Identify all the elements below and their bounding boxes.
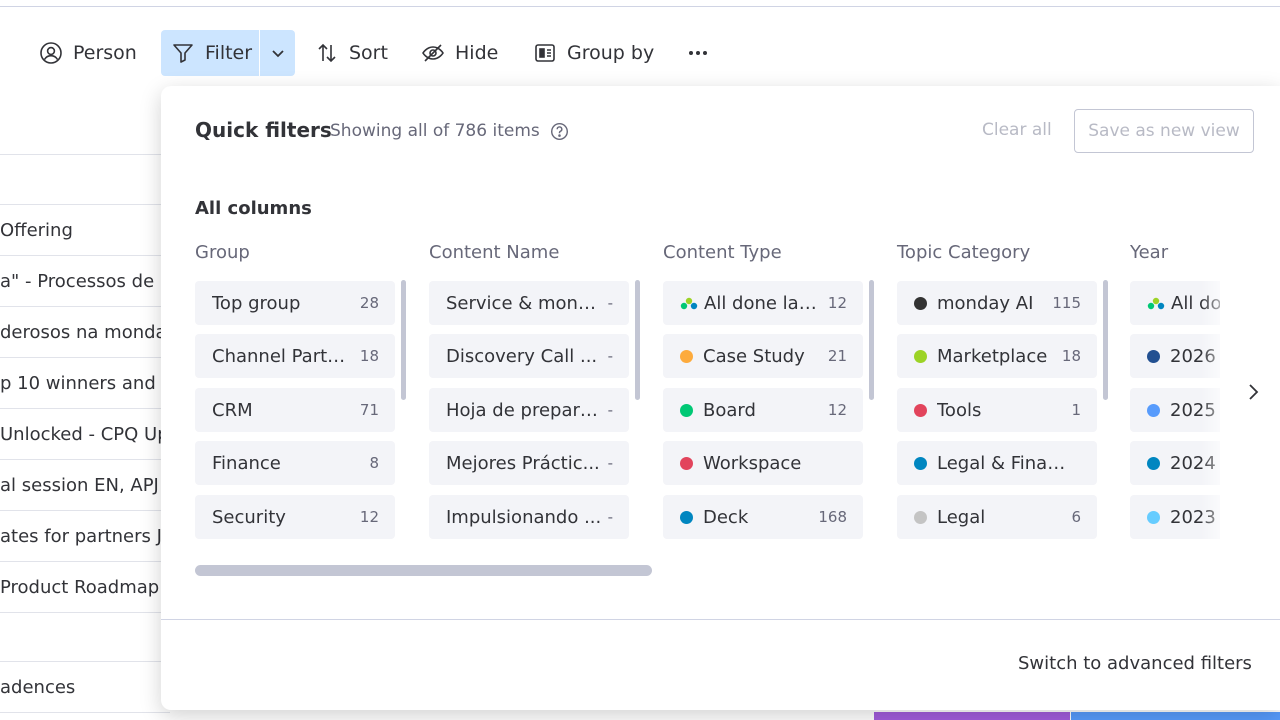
filter-chip[interactable]: Top group 28 [195, 281, 395, 325]
status-dot-icon [1147, 456, 1160, 470]
status-dot-icon [914, 349, 927, 363]
person-filter-button[interactable]: Person [39, 30, 137, 76]
more-dots-icon [689, 51, 707, 55]
filter-column-group: Group Top group 28 Channel Partn... 18 CRM… [195, 242, 406, 539]
filter-chip[interactable]: All done lab... 12 [663, 281, 863, 325]
status-dot-icon [914, 403, 927, 417]
board-toolbar: Person Filter Sort Hide Group by [0, 30, 1280, 76]
filter-chip[interactable]: Case Study 21 [663, 334, 863, 378]
table-row[interactable]: Product Roadmap 2 [0, 562, 170, 612]
status-dot-icon [1147, 403, 1160, 417]
quick-filters-popup: Quick filters Showing all of 786 items C… [161, 86, 1280, 710]
status-dot-icon [1147, 349, 1160, 363]
group-by-label: Group by [567, 42, 655, 64]
chevron-down-icon [271, 50, 284, 58]
help-icon[interactable] [550, 122, 569, 141]
status-dot-icon [914, 296, 927, 310]
filter-chip[interactable]: Legal 6 [897, 495, 1097, 539]
filter-column-topic-category: Topic Category monday AI 115 Marketplace 1… [897, 242, 1108, 539]
filter-chip[interactable]: Security 12 [195, 495, 395, 539]
sort-label: Sort [349, 42, 388, 64]
table-row[interactable]: al session EN, APJ [0, 460, 170, 510]
filter-dropdown-button[interactable] [260, 30, 295, 76]
person-label: Person [73, 42, 137, 64]
filter-chip[interactable]: Finance 8 [195, 441, 395, 485]
column-scrollbar[interactable] [635, 280, 640, 400]
filter-chip[interactable]: Board 12 [663, 388, 863, 432]
table-row[interactable]: a" - Processos de N [0, 256, 170, 306]
filter-chip[interactable]: Deck 168 [663, 495, 863, 539]
column-title: Content Name [429, 242, 560, 263]
all-columns-heading: All columns [195, 198, 312, 219]
footer-divider [161, 619, 1280, 620]
status-dot-icon [914, 510, 927, 524]
eye-off-icon [422, 44, 444, 62]
row-divider [0, 612, 170, 613]
status-bar-blue [1071, 712, 1280, 720]
status-dot-icon [1147, 510, 1160, 524]
filter-chip[interactable]: Service & mond... - [429, 281, 629, 325]
column-title: Group [195, 242, 250, 263]
column-scrollbar[interactable] [1103, 280, 1108, 400]
status-dot-icon [680, 349, 693, 363]
filter-chip[interactable]: Tools 1 [897, 388, 1097, 432]
table-row[interactable]: Unlocked - CPQ Up [0, 409, 170, 459]
filter-chip[interactable]: Marketplace 18 [897, 334, 1097, 378]
column-title: Content Type [663, 242, 782, 263]
horizontal-scrollbar[interactable] [195, 565, 652, 576]
filter-button[interactable]: Filter [161, 30, 259, 76]
row-divider [0, 712, 170, 713]
table-row[interactable]: p 10 winners and u [0, 358, 170, 408]
clear-all-button[interactable]: Clear all [982, 120, 1052, 140]
filter-column-content-name: Content Name Service & mond... - Discover… [429, 242, 640, 539]
group-by-button[interactable]: Group by [533, 30, 654, 76]
status-dot-icon [680, 456, 693, 470]
quick-filters-title: Quick filters [195, 118, 332, 142]
column-title: Topic Category [897, 242, 1031, 263]
top-divider [0, 6, 1280, 7]
switch-to-advanced-filters-link[interactable]: Switch to advanced filters [1018, 653, 1252, 674]
more-options-button[interactable] [686, 30, 710, 76]
status-dot-icon [680, 403, 693, 417]
filter-column-content-type: Content Type All done lab... 12 Case Stud… [663, 242, 874, 539]
table-row[interactable]: Offering [0, 205, 170, 255]
filter-chip[interactable]: Legal & Finan... [897, 441, 1097, 485]
table-row[interactable]: adences [0, 662, 170, 712]
status-bar-purple [874, 712, 1070, 720]
status-dot-icon [914, 456, 927, 470]
filter-chip[interactable]: Workspace [663, 441, 863, 485]
filter-chip[interactable]: Channel Partn... 18 [195, 334, 395, 378]
table-row[interactable]: ates for partners Ju [0, 511, 170, 561]
status-dot-icon [680, 510, 693, 524]
filter-label: Filter [205, 42, 253, 64]
hide-button[interactable]: Hide [421, 30, 498, 76]
filter-chip[interactable]: Impulsionando ... - [429, 495, 629, 539]
filter-chip[interactable]: monday AI 115 [897, 281, 1097, 325]
filter-chip[interactable]: Discovery Call ... - [429, 334, 629, 378]
row-divider [0, 154, 170, 155]
chevron-right-icon[interactable] [1241, 380, 1265, 404]
funnel-icon [173, 44, 193, 63]
items-count: Showing all of 786 items [330, 121, 540, 141]
sort-button[interactable]: Sort [315, 30, 388, 76]
column-scrollbar[interactable] [869, 280, 874, 400]
monday-logo-icon [680, 297, 698, 309]
filter-chip[interactable]: Hoja de prepara... - [429, 388, 629, 432]
group-by-icon [535, 44, 555, 62]
save-as-new-view-button[interactable]: Save as new view [1074, 109, 1254, 153]
filter-chip[interactable]: Mejores Práctic... - [429, 441, 629, 485]
column-scrollbar[interactable] [401, 280, 406, 400]
filter-chip[interactable]: CRM 71 [195, 388, 395, 432]
sort-icon [318, 43, 336, 63]
hide-label: Hide [455, 42, 499, 64]
table-row[interactable]: derosos na monday [0, 307, 170, 357]
monday-logo-icon [1147, 297, 1165, 309]
person-icon [40, 42, 62, 64]
